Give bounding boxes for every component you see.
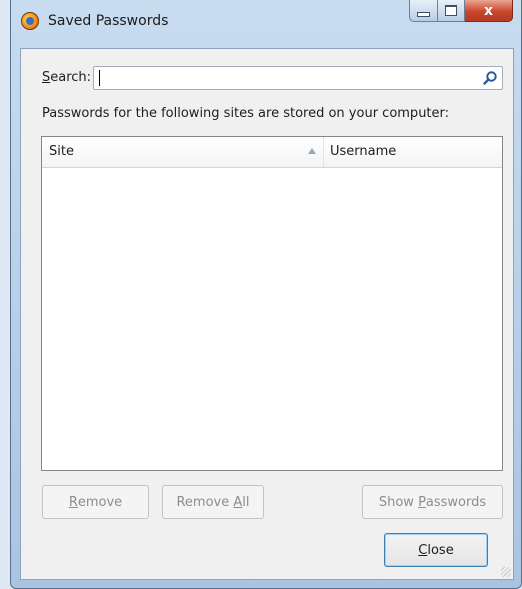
show-passwords-button[interactable]: Show Passwords — [362, 485, 503, 519]
column-label-username: Username — [330, 144, 397, 159]
remove-button[interactable]: Remove — [42, 485, 149, 519]
tree-body[interactable] — [42, 167, 502, 470]
text-caret — [99, 70, 100, 86]
minimize-icon — [417, 12, 430, 17]
firefox-icon — [21, 12, 39, 30]
column-header-username[interactable]: Username — [324, 137, 502, 167]
minimize-button[interactable] — [409, 0, 438, 22]
saved-passwords-window: Saved Passwords x Search: Passwords for … — [10, 0, 522, 589]
search-label: Search: — [42, 70, 92, 85]
window-title: Saved Passwords — [48, 13, 169, 29]
remove-all-button[interactable]: Remove All — [162, 485, 264, 519]
title-bar[interactable]: Saved Passwords x — [11, 0, 521, 40]
tree-header: Site Username — [42, 137, 502, 168]
search-icon[interactable] — [482, 70, 498, 86]
sort-ascending-icon — [308, 148, 316, 154]
window-controls: x — [409, 0, 513, 26]
column-label-site: Site — [49, 144, 74, 159]
sites-tree[interactable]: Site Username — [41, 136, 503, 471]
resize-grip[interactable] — [501, 567, 511, 577]
window-close-button[interactable]: x — [465, 0, 513, 22]
column-header-site[interactable]: Site — [42, 137, 324, 167]
dialog-content: Search: Passwords for the following site… — [20, 48, 514, 580]
passwords-description: Passwords for the following sites are st… — [42, 106, 450, 121]
maximize-icon — [445, 5, 457, 16]
maximize-button[interactable] — [438, 0, 465, 22]
close-button[interactable]: Close — [384, 533, 488, 567]
close-icon: x — [483, 2, 494, 19]
search-input[interactable] — [93, 66, 503, 90]
